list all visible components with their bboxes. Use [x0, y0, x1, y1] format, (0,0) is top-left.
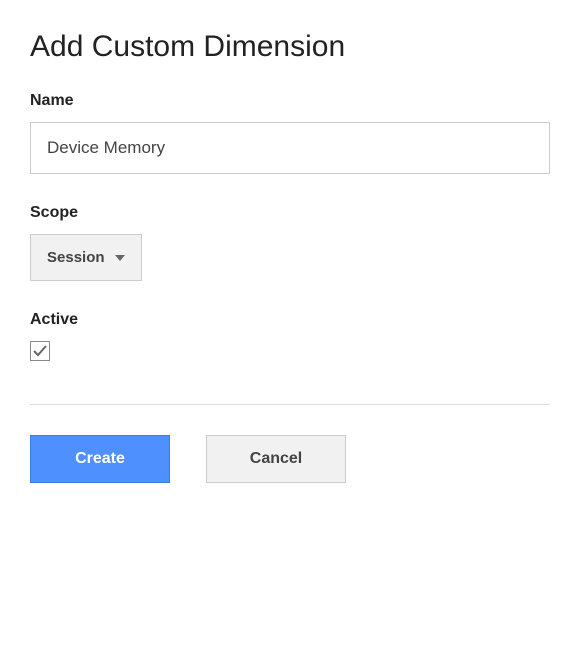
scope-field-group: Scope Session	[30, 204, 550, 281]
cancel-button[interactable]: Cancel	[206, 435, 346, 483]
active-field-group: Active	[30, 311, 550, 364]
checkmark-icon	[32, 343, 48, 359]
name-label: Name	[30, 92, 550, 110]
name-input[interactable]	[30, 122, 550, 174]
chevron-down-icon	[115, 255, 125, 261]
scope-label: Scope	[30, 204, 550, 222]
active-checkbox[interactable]	[30, 341, 50, 361]
name-field-group: Name	[30, 92, 550, 174]
active-label: Active	[30, 311, 550, 329]
scope-dropdown[interactable]: Session	[30, 234, 142, 281]
create-button[interactable]: Create	[30, 435, 170, 483]
page-title: Add Custom Dimension	[30, 30, 550, 64]
scope-dropdown-label: Session	[47, 249, 105, 266]
button-row: Create Cancel	[30, 435, 550, 483]
divider	[30, 404, 550, 405]
